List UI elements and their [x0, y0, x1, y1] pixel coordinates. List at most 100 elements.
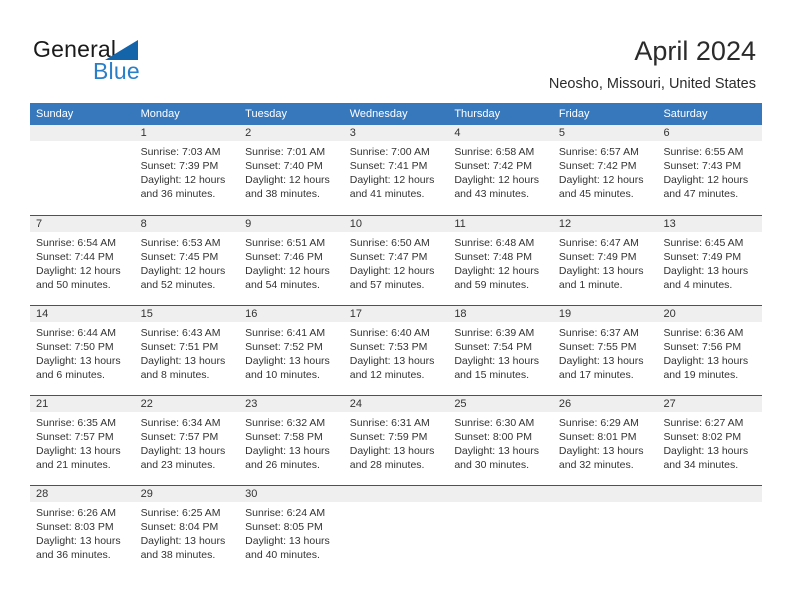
sunrise-text: Sunrise: 6:24 AM — [245, 507, 326, 519]
day-sun-info: Sunrise: 6:51 AM Sunset: 7:46 PM Daylight:… — [239, 232, 344, 292]
sunrise-text: Sunrise: 6:41 AM — [245, 327, 326, 339]
calendar-day-cell[interactable]: 20 Sunrise: 6:36 AM Sunset: 7:56 PM Dayligh… — [657, 306, 763, 395]
sunrise-text: Sunrise: 6:39 AM — [454, 327, 535, 339]
daylight-text-line2: and 30 minutes. — [454, 459, 530, 471]
calendar-day-cell[interactable]: 14 Sunrise: 6:44 AM Sunset: 7:50 PM Dayligh… — [30, 306, 135, 395]
calendar-day-cell[interactable]: 10 Sunrise: 6:50 AM Sunset: 7:47 PM Dayligh… — [343, 216, 449, 305]
calendar-day-cell[interactable]: 9 Sunrise: 6:51 AM Sunset: 7:46 PM Daylight… — [239, 216, 344, 305]
day-number: 28 — [30, 486, 135, 502]
calendar-day-cell[interactable]: 2 Sunrise: 7:01 AM Sunset: 7:40 PM Daylight… — [239, 125, 344, 215]
daylight-text-line2: and 28 minutes. — [349, 459, 425, 471]
daylight-text-line2: and 38 minutes. — [140, 549, 216, 561]
daylight-text-line1: Daylight: 12 hours — [140, 174, 226, 186]
daylight-text-line2: and 21 minutes. — [36, 459, 111, 471]
sunset-text: Sunset: 8:00 PM — [454, 431, 532, 443]
calendar-day-cell[interactable]: 13 Sunrise: 6:45 AM Sunset: 7:49 PM Dayligh… — [657, 216, 763, 305]
sunrise-text: Sunrise: 6:40 AM — [349, 327, 430, 339]
sunrise-text: Sunrise: 6:35 AM — [36, 417, 116, 429]
calendar-day-cell[interactable]: 7 Sunrise: 6:54 AM Sunset: 7:44 PM Daylight… — [30, 216, 135, 305]
daylight-text-line1: Daylight: 12 hours — [36, 265, 121, 277]
day-number: 16 — [239, 306, 344, 322]
day-number: 30 — [239, 486, 344, 502]
day-number: 18 — [448, 306, 553, 322]
sunset-text: Sunset: 7:56 PM — [663, 341, 742, 353]
daylight-text-line1: Daylight: 13 hours — [349, 355, 435, 367]
calendar-day-cell[interactable]: 17 Sunrise: 6:40 AM Sunset: 7:53 PM Dayligh… — [343, 306, 449, 395]
calendar-day-cell[interactable]: 25 Sunrise: 6:30 AM Sunset: 8:00 PM Dayligh… — [448, 396, 553, 485]
sunset-text: Sunset: 7:55 PM — [558, 341, 637, 353]
daylight-text-line1: Daylight: 12 hours — [140, 265, 226, 277]
day-number — [343, 486, 449, 502]
day-number: 29 — [134, 486, 240, 502]
calendar-day-cell[interactable]: 22 Sunrise: 6:34 AM Sunset: 7:57 PM Dayligh… — [134, 396, 240, 485]
daylight-text-line1: Daylight: 12 hours — [245, 265, 330, 277]
generalblue-logo[interactable]: General Blue — [33, 36, 233, 86]
weekday-header-monday: Monday — [140, 108, 180, 120]
day-sun-info: Sunrise: 6:29 AM Sunset: 8:01 PM Daylight:… — [553, 412, 658, 472]
calendar-day-cell[interactable]: 5 Sunrise: 6:57 AM Sunset: 7:42 PM Daylight… — [552, 125, 658, 215]
day-number: 13 — [657, 216, 763, 232]
day-sun-info: Sunrise: 6:39 AM Sunset: 7:54 PM Daylight:… — [448, 322, 553, 382]
day-number: 10 — [343, 216, 449, 232]
sunset-text: Sunset: 8:04 PM — [140, 521, 219, 533]
sunset-text: Sunset: 7:58 PM — [245, 431, 323, 443]
weekday-header-wednesday: Wednesday — [349, 108, 408, 120]
daylight-text-line1: Daylight: 13 hours — [140, 535, 226, 547]
sunrise-text: Sunrise: 6:58 AM — [454, 146, 535, 158]
calendar-day-cell[interactable]: 11 Sunrise: 6:48 AM Sunset: 7:48 PM Dayligh… — [448, 216, 553, 305]
calendar-day-cell[interactable]: 27 Sunrise: 6:27 AM Sunset: 8:02 PM Dayligh… — [657, 396, 763, 485]
calendar-day-cell[interactable]: 24 Sunrise: 6:31 AM Sunset: 7:59 PM Dayligh… — [343, 396, 449, 485]
day-number — [448, 486, 553, 502]
daylight-text-line2: and 1 minute. — [558, 279, 623, 291]
calendar-day-cell[interactable]: 19 Sunrise: 6:37 AM Sunset: 7:55 PM Dayligh… — [552, 306, 658, 395]
daylight-text-line1: Daylight: 13 hours — [36, 535, 121, 547]
day-number: 6 — [657, 125, 763, 141]
sunrise-text: Sunrise: 6:53 AM — [140, 237, 221, 249]
calendar-day-cell[interactable]: 1 Sunrise: 7:03 AM Sunset: 7:39 PM Daylight… — [134, 125, 240, 215]
day-sun-info: Sunrise: 6:31 AM Sunset: 7:59 PM Daylight:… — [344, 412, 449, 472]
calendar-day-cell[interactable]: 6 Sunrise: 6:55 AM Sunset: 7:43 PM Daylight… — [657, 125, 763, 215]
daylight-text-line1: Daylight: 13 hours — [558, 445, 644, 457]
calendar-day-cell[interactable]: 18 Sunrise: 6:39 AM Sunset: 7:54 PM Dayligh… — [448, 306, 553, 395]
calendar-day-cell[interactable]: 21 Sunrise: 6:35 AM Sunset: 7:57 PM Dayligh… — [30, 396, 135, 485]
page-title: April 2024 — [634, 36, 756, 66]
calendar-day-cell[interactable]: 23 Sunrise: 6:32 AM Sunset: 7:58 PM Dayligh… — [239, 396, 344, 485]
calendar-day-cell[interactable]: 3 Sunrise: 7:00 AM Sunset: 7:41 PM Daylight… — [343, 125, 449, 215]
day-sun-info: Sunrise: 6:35 AM Sunset: 7:57 PM Daylight:… — [30, 412, 135, 472]
sunrise-text: Sunrise: 6:48 AM — [454, 237, 535, 249]
calendar-day-cell[interactable]: 4 Sunrise: 6:58 AM Sunset: 7:42 PM Daylight… — [448, 125, 553, 215]
day-number: 5 — [552, 125, 658, 141]
sunset-text: Sunset: 7:46 PM — [245, 251, 323, 263]
daylight-text-line2: and 54 minutes. — [245, 279, 320, 291]
calendar-day-cell[interactable]: 29 Sunrise: 6:25 AM Sunset: 8:04 PM Dayligh… — [134, 486, 240, 575]
sunset-text: Sunset: 7:44 PM — [36, 251, 114, 263]
daylight-text-line1: Daylight: 13 hours — [140, 355, 226, 367]
daylight-text-line2: and 57 minutes. — [349, 279, 425, 291]
day-sun-info: Sunrise: 6:53 AM Sunset: 7:45 PM Daylight:… — [135, 232, 240, 292]
sunset-text: Sunset: 7:49 PM — [663, 251, 742, 263]
calendar-day-cell[interactable]: 30 Sunrise: 6:24 AM Sunset: 8:05 PM Dayligh… — [239, 486, 344, 575]
calendar-day-cell[interactable]: 26 Sunrise: 6:29 AM Sunset: 8:01 PM Dayligh… — [552, 396, 658, 485]
calendar-week-row: 1 Sunrise: 7:03 AM Sunset: 7:39 PM Daylight… — [30, 125, 763, 215]
sunset-text: Sunset: 7:57 PM — [140, 431, 219, 443]
calendar-body: 1 Sunrise: 7:03 AM Sunset: 7:39 PM Daylight… — [30, 125, 763, 575]
calendar-day-cell[interactable]: 12 Sunrise: 6:47 AM Sunset: 7:49 PM Dayligh… — [552, 216, 658, 305]
day-sun-info: Sunrise: 6:47 AM Sunset: 7:49 PM Daylight:… — [553, 232, 658, 292]
daylight-text-line1: Daylight: 13 hours — [663, 445, 749, 457]
sunrise-text: Sunrise: 6:47 AM — [558, 237, 639, 249]
calendar-day-cell[interactable]: 16 Sunrise: 6:41 AM Sunset: 7:52 PM Dayligh… — [239, 306, 344, 395]
calendar-day-cell[interactable]: 8 Sunrise: 6:53 AM Sunset: 7:45 PM Daylight… — [134, 216, 240, 305]
day-sun-info: Sunrise: 6:37 AM Sunset: 7:55 PM Daylight:… — [553, 322, 658, 382]
sunset-text: Sunset: 7:52 PM — [245, 341, 323, 353]
calendar-day-cell[interactable]: 28 Sunrise: 6:26 AM Sunset: 8:03 PM Dayligh… — [30, 486, 135, 575]
day-number: 22 — [134, 396, 240, 412]
day-number: 1 — [134, 125, 240, 141]
sunrise-text: Sunrise: 7:03 AM — [140, 146, 221, 158]
daylight-text-line2: and 23 minutes. — [140, 459, 216, 471]
daylight-text-line2: and 38 minutes. — [245, 188, 320, 200]
day-number: 12 — [552, 216, 658, 232]
calendar-day-cell[interactable]: 15 Sunrise: 6:43 AM Sunset: 7:51 PM Dayligh… — [134, 306, 240, 395]
weekday-header-saturday: Saturday — [663, 108, 708, 120]
day-number: 20 — [657, 306, 763, 322]
sunset-text: Sunset: 7:57 PM — [36, 431, 114, 443]
